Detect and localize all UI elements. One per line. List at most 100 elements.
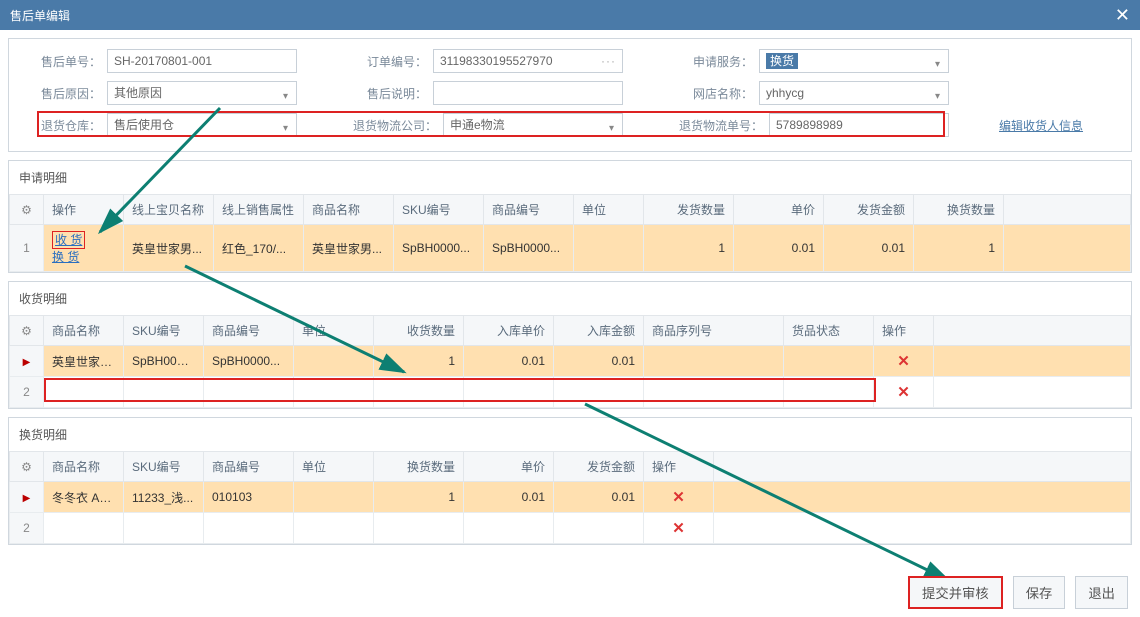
cell-qty: 1 (374, 482, 464, 513)
input-order-no[interactable]: 31198330195527970··· (433, 49, 623, 73)
table-exchange: ⚙ 商品名称 SKU编号 商品编号 单位 换货数量 单价 发货金额 操作 ▶ 冬… (9, 451, 1131, 544)
th-op: 操作 (874, 316, 934, 346)
th-name: 商品名称 (44, 316, 124, 346)
label-after-sale-no: 售后单号： (21, 53, 101, 70)
cell-unit (294, 346, 374, 377)
th-amount: 入库金额 (554, 316, 644, 346)
th-price: 单价 (734, 195, 824, 225)
section-title-receive: 收货明细 (9, 282, 1131, 315)
cell-unit (574, 225, 644, 272)
table-row[interactable]: 1 收 货 换 货 英皇世家男... 红色_170/... 英皇世家男... S… (10, 225, 1131, 272)
th-unit: 单位 (574, 195, 644, 225)
cell-ship-qty: 1 (644, 225, 734, 272)
submit-button[interactable]: 提交并审核 (908, 576, 1003, 609)
cell-status (784, 346, 874, 377)
th-sku: SKU编号 (124, 452, 204, 482)
select-shop[interactable]: yhhycg (759, 81, 949, 105)
table-receive: ⚙ 商品名称 SKU编号 商品编号 单位 收货数量 入库单价 入库金额 商品序列… (9, 315, 1131, 408)
th-price: 单价 (464, 452, 554, 482)
th-amount: 发货金额 (824, 195, 914, 225)
select-apply-service[interactable]: 换货 (759, 49, 949, 73)
table-row[interactable]: ▶ 冬冬衣 Ab... 11233_浅... 010103 1 0.01 0.0… (10, 482, 1131, 513)
delete-icon[interactable]: ✕ (897, 353, 910, 370)
link-edit-consignee[interactable]: 编辑收货人信息 (999, 117, 1083, 134)
delete-icon[interactable]: ✕ (672, 520, 685, 537)
label-shop: 网店名称： (673, 85, 753, 102)
save-button[interactable]: 保存 (1013, 576, 1066, 609)
cell-price: 0.01 (734, 225, 824, 272)
title-bar: 售后单编辑 ✕ (0, 0, 1140, 30)
cell-unit (294, 482, 374, 513)
select-return-logi-co[interactable]: 申通e物流 (443, 113, 623, 137)
row-index: 2 (10, 377, 44, 408)
input-return-logi-no[interactable]: 5789898989 (769, 113, 949, 137)
footer-buttons: 提交并审核 保存 退出 (908, 576, 1128, 609)
label-desc: 售后说明： (347, 85, 427, 102)
th-ex-qty: 换货数量 (914, 195, 1004, 225)
label-reason: 售后原因： (21, 85, 101, 102)
gear-icon[interactable]: ⚙ (10, 316, 44, 346)
table-row[interactable]: 2 ✕ (10, 513, 1131, 544)
exit-button[interactable]: 退出 (1075, 576, 1128, 609)
th-unit: 单位 (294, 452, 374, 482)
th-code: 商品编号 (484, 195, 574, 225)
th-attr: 线上销售属性 (214, 195, 304, 225)
table-apply: ⚙ 操作 线上宝贝名称 线上销售属性 商品名称 SKU编号 商品编号 单位 发货… (9, 194, 1131, 272)
th-qty: 换货数量 (374, 452, 464, 482)
table-row[interactable]: 2 ✕ (10, 377, 1131, 408)
th-name: 商品名称 (44, 452, 124, 482)
th-sku: SKU编号 (124, 316, 204, 346)
gear-icon[interactable]: ⚙ (10, 195, 44, 225)
cell-name: 冬冬衣 Ab... (44, 482, 124, 513)
section-apply: 申请明细 ⚙ 操作 线上宝贝名称 线上销售属性 商品名称 SKU编号 商品编号 … (8, 160, 1132, 273)
cell-price: 0.01 (464, 346, 554, 377)
section-title-exchange: 换货明细 (9, 418, 1131, 451)
cell-amount: 0.01 (554, 482, 644, 513)
input-after-sale-no[interactable]: SH-20170801-001 (107, 49, 297, 73)
th-code: 商品编号 (204, 452, 294, 482)
delete-icon[interactable]: ✕ (897, 384, 910, 401)
cell-sku: SpBH0000... (124, 346, 204, 377)
table-row[interactable]: ▶ 英皇世家男... SpBH0000... SpBH0000... 1 0.0… (10, 346, 1131, 377)
cell-name: 英皇世家男... (44, 346, 124, 377)
cell-online-name: 英皇世家男... (124, 225, 214, 272)
section-receive: 收货明细 ⚙ 商品名称 SKU编号 商品编号 单位 收货数量 入库单价 入库金额… (8, 281, 1132, 409)
window-title: 售后单编辑 (10, 7, 70, 24)
link-exchange[interactable]: 换 货 (52, 249, 115, 265)
th-sku: SKU编号 (394, 195, 484, 225)
cell-ex-qty: 1 (914, 225, 1004, 272)
label-return-logi-no: 退货物流单号： (673, 117, 763, 134)
row-marker-icon: ▶ (23, 493, 31, 504)
select-return-wh[interactable]: 售后使用仓 (107, 113, 297, 137)
cell-sku: 11233_浅... (124, 482, 204, 513)
row-index: 1 (10, 225, 44, 272)
th-status: 货品状态 (784, 316, 874, 346)
select-reason[interactable]: 其他原因 (107, 81, 297, 105)
cell-price: 0.01 (464, 482, 554, 513)
input-desc[interactable] (433, 81, 623, 105)
row-marker-icon: ▶ (23, 357, 31, 368)
cell-amount: 0.01 (824, 225, 914, 272)
gear-icon[interactable]: ⚙ (10, 452, 44, 482)
close-icon[interactable]: ✕ (1115, 5, 1130, 26)
th-amount: 发货金额 (554, 452, 644, 482)
section-exchange: 换货明细 ⚙ 商品名称 SKU编号 商品编号 单位 换货数量 单价 发货金额 操… (8, 417, 1132, 545)
cell-code: SpBH0000... (204, 346, 294, 377)
row-index: 2 (10, 513, 44, 544)
cell-serial (644, 346, 784, 377)
label-apply-service: 申请服务： (673, 53, 753, 70)
link-receive[interactable]: 收 货 (52, 231, 85, 249)
cell-code: 010103 (204, 482, 294, 513)
cell-sku: SpBH0000... (394, 225, 484, 272)
th-unit: 单位 (294, 316, 374, 346)
form-panel: 售后单号： SH-20170801-001 订单编号： 311983301955… (8, 38, 1132, 152)
cell-attr: 红色_170/... (214, 225, 304, 272)
th-code: 商品编号 (204, 316, 294, 346)
label-return-wh: 退货仓库： (21, 117, 101, 134)
th-online-name: 线上宝贝名称 (124, 195, 214, 225)
cell-amount: 0.01 (554, 346, 644, 377)
label-return-logi-co: 退货物流公司： (347, 117, 437, 134)
th-price: 入库单价 (464, 316, 554, 346)
cell-qty: 1 (374, 346, 464, 377)
delete-icon[interactable]: ✕ (672, 489, 685, 506)
